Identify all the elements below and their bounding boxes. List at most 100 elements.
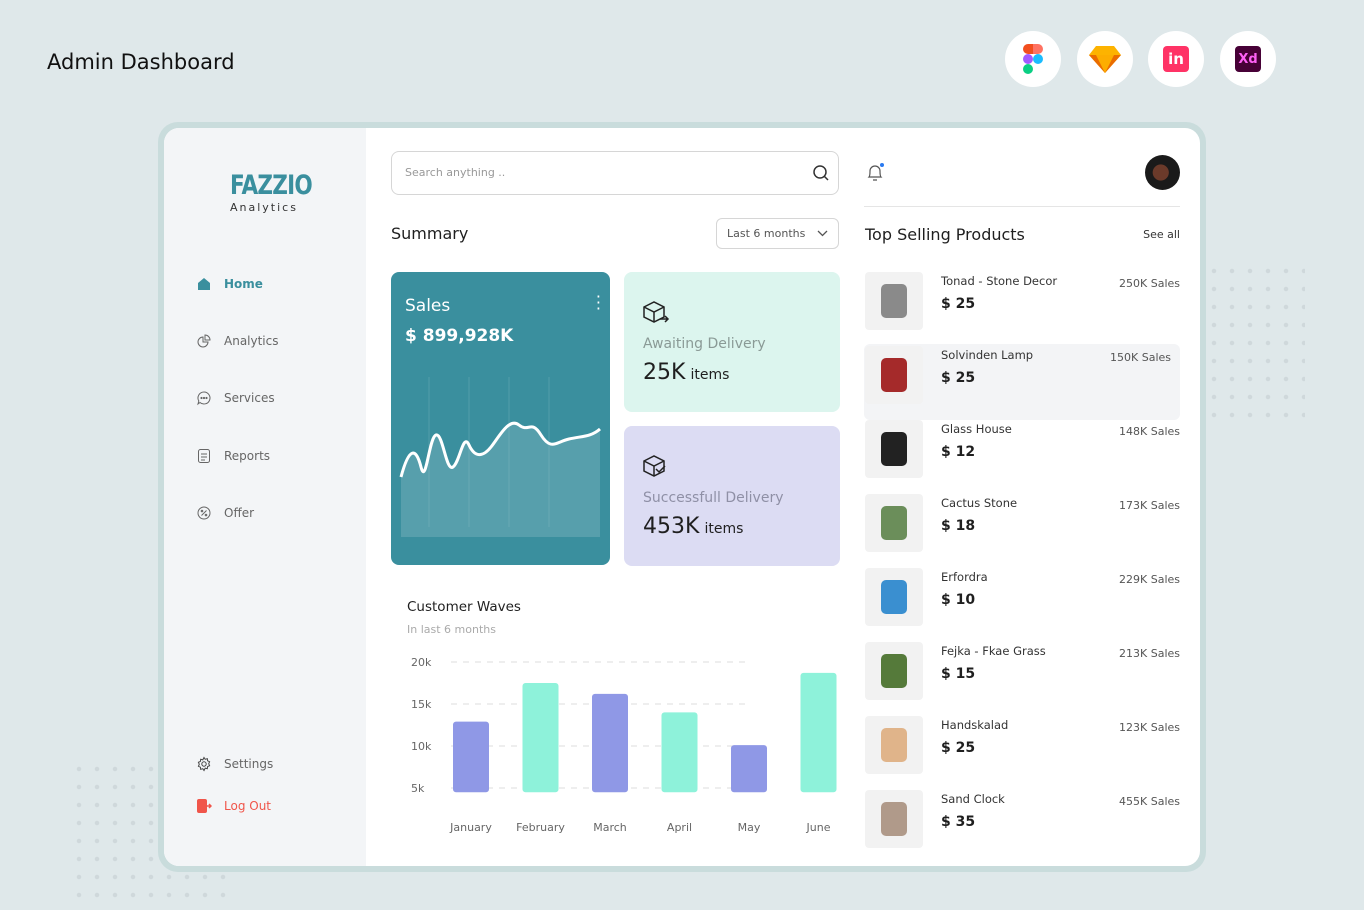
divider — [864, 206, 1180, 207]
product-image — [865, 346, 923, 404]
pie-chart-icon — [197, 334, 211, 348]
x-tick-label: April — [667, 821, 692, 834]
search-icon[interactable] — [812, 164, 830, 182]
product-price: $ 25 — [941, 296, 976, 312]
box-icon — [643, 301, 670, 323]
sidebar-item-reports[interactable]: Reports — [196, 448, 270, 464]
product-price: $ 25 — [941, 370, 976, 386]
product-price: $ 35 — [941, 814, 976, 830]
logout-button[interactable]: Log Out — [196, 798, 271, 814]
sales-sparkline — [399, 377, 601, 537]
x-tick-label: March — [593, 821, 627, 834]
chart-title: Customer Waves — [407, 599, 521, 615]
more-icon[interactable]: · · · — [596, 289, 601, 317]
sidebar-item-services[interactable]: Services — [196, 390, 275, 406]
top-products-title: Top Selling Products — [865, 225, 1025, 244]
awaiting-delivery-card: Awaiting Delivery 25K items — [624, 272, 840, 412]
bar-june — [800, 672, 837, 793]
product-image — [865, 420, 923, 478]
y-tick-label: 20k — [411, 656, 432, 669]
product-price: $ 25 — [941, 740, 976, 756]
product-sales: 250K Sales — [1119, 277, 1180, 290]
y-tick-label: 15k — [411, 698, 432, 711]
product-image — [865, 642, 923, 700]
bar-march — [592, 693, 628, 793]
x-tick-label: May — [738, 821, 761, 834]
document-icon — [198, 449, 210, 463]
product-name: Erfordra — [941, 570, 988, 584]
gear-icon — [197, 756, 211, 772]
product-name: Solvinden Lamp — [941, 348, 1034, 362]
product-row[interactable]: Solvinden Lamp $ 25 150K Sales — [864, 344, 1180, 420]
dashboard-window: FAZZIO Analytics Home Analytics Services… — [158, 122, 1206, 872]
product-row[interactable]: Handskalad $ 25 123K Sales — [864, 714, 1180, 790]
product-image — [865, 272, 923, 330]
sidebar: FAZZIO Analytics Home Analytics Services… — [164, 128, 366, 866]
search-input[interactable]: Search anything .. — [391, 151, 839, 195]
product-image — [865, 790, 923, 848]
product-name: Tonad - Stone Decor — [941, 274, 1058, 288]
product-row[interactable]: Erfordra $ 10 229K Sales — [864, 566, 1180, 642]
sketch-icon[interactable] — [1077, 31, 1133, 87]
x-tick-label: January — [449, 821, 492, 834]
product-sales: 213K Sales — [1119, 647, 1180, 660]
box-check-icon — [643, 455, 666, 477]
product-name: Glass House — [941, 422, 1012, 436]
summary-title: Summary — [391, 224, 469, 243]
sales-card: Sales $ 899,928K · · · — [391, 272, 610, 565]
chevron-down-icon — [817, 230, 828, 237]
product-name: Sand Clock — [941, 792, 1005, 806]
product-sales: 150K Sales — [1110, 351, 1171, 364]
bar-january — [453, 721, 489, 793]
avatar[interactable] — [1145, 155, 1180, 190]
product-name: Handskalad — [941, 718, 1009, 732]
bell-icon[interactable] — [866, 162, 886, 184]
product-image — [865, 494, 923, 552]
bar-may — [731, 745, 767, 793]
product-name: Fejka - Fkae Grass — [941, 644, 1046, 658]
product-image — [865, 568, 923, 626]
discount-icon — [197, 506, 211, 520]
settings-button[interactable]: Settings — [196, 756, 273, 772]
product-price: $ 15 — [941, 666, 976, 682]
x-tick-label: February — [516, 821, 565, 834]
product-image — [865, 716, 923, 774]
product-sales: 229K Sales — [1119, 573, 1180, 586]
period-dropdown[interactable]: Last 6 months — [716, 218, 839, 249]
see-all-link[interactable]: See all — [1143, 228, 1180, 241]
product-row[interactable]: Cactus Stone $ 18 173K Sales — [864, 492, 1180, 568]
chat-icon — [197, 391, 211, 406]
successful-delivery-card: Successfull Delivery 453K items — [624, 426, 840, 566]
home-icon — [198, 278, 210, 290]
invision-icon[interactable]: in — [1148, 31, 1204, 87]
product-price: $ 10 — [941, 592, 976, 608]
product-price: $ 18 — [941, 518, 976, 534]
product-sales: 173K Sales — [1119, 499, 1180, 512]
bar-february — [522, 683, 559, 793]
product-sales: 148K Sales — [1119, 425, 1180, 438]
decor-dots — [1205, 262, 1305, 422]
product-row[interactable]: Sand Clock $ 35 455K Sales — [864, 788, 1180, 864]
y-tick-label: 5k — [411, 782, 425, 795]
product-sales: 123K Sales — [1119, 721, 1180, 734]
chart-subtitle: In last 6 months — [407, 623, 496, 636]
customer-waves-chart: 20k 15k 10k 5k January February March April May J… — [411, 656, 837, 834]
sidebar-item-analytics[interactable]: Analytics — [196, 333, 279, 349]
bar-april — [661, 712, 698, 793]
y-tick-label: 10k — [411, 740, 432, 753]
page-title: Admin Dashboard — [47, 50, 235, 74]
product-sales: 455K Sales — [1119, 795, 1180, 808]
product-row[interactable]: Glass House $ 12 148K Sales — [864, 418, 1180, 494]
brand-logo: FAZZIO — [230, 170, 313, 201]
product-price: $ 12 — [941, 444, 976, 460]
brand-sub: Analytics — [230, 201, 298, 214]
adobe-xd-icon[interactable]: Xd — [1220, 31, 1276, 87]
sidebar-item-offer[interactable]: Offer — [196, 505, 254, 521]
sidebar-item-home[interactable]: Home — [196, 276, 263, 292]
product-row[interactable]: Fejka - Fkae Grass $ 15 213K Sales — [864, 640, 1180, 716]
product-name: Cactus Stone — [941, 496, 1018, 510]
figma-icon[interactable] — [1005, 31, 1061, 87]
logout-icon — [197, 799, 212, 813]
product-row[interactable]: Tonad - Stone Decor $ 25 250K Sales — [864, 270, 1180, 346]
x-tick-label: June — [806, 821, 831, 834]
